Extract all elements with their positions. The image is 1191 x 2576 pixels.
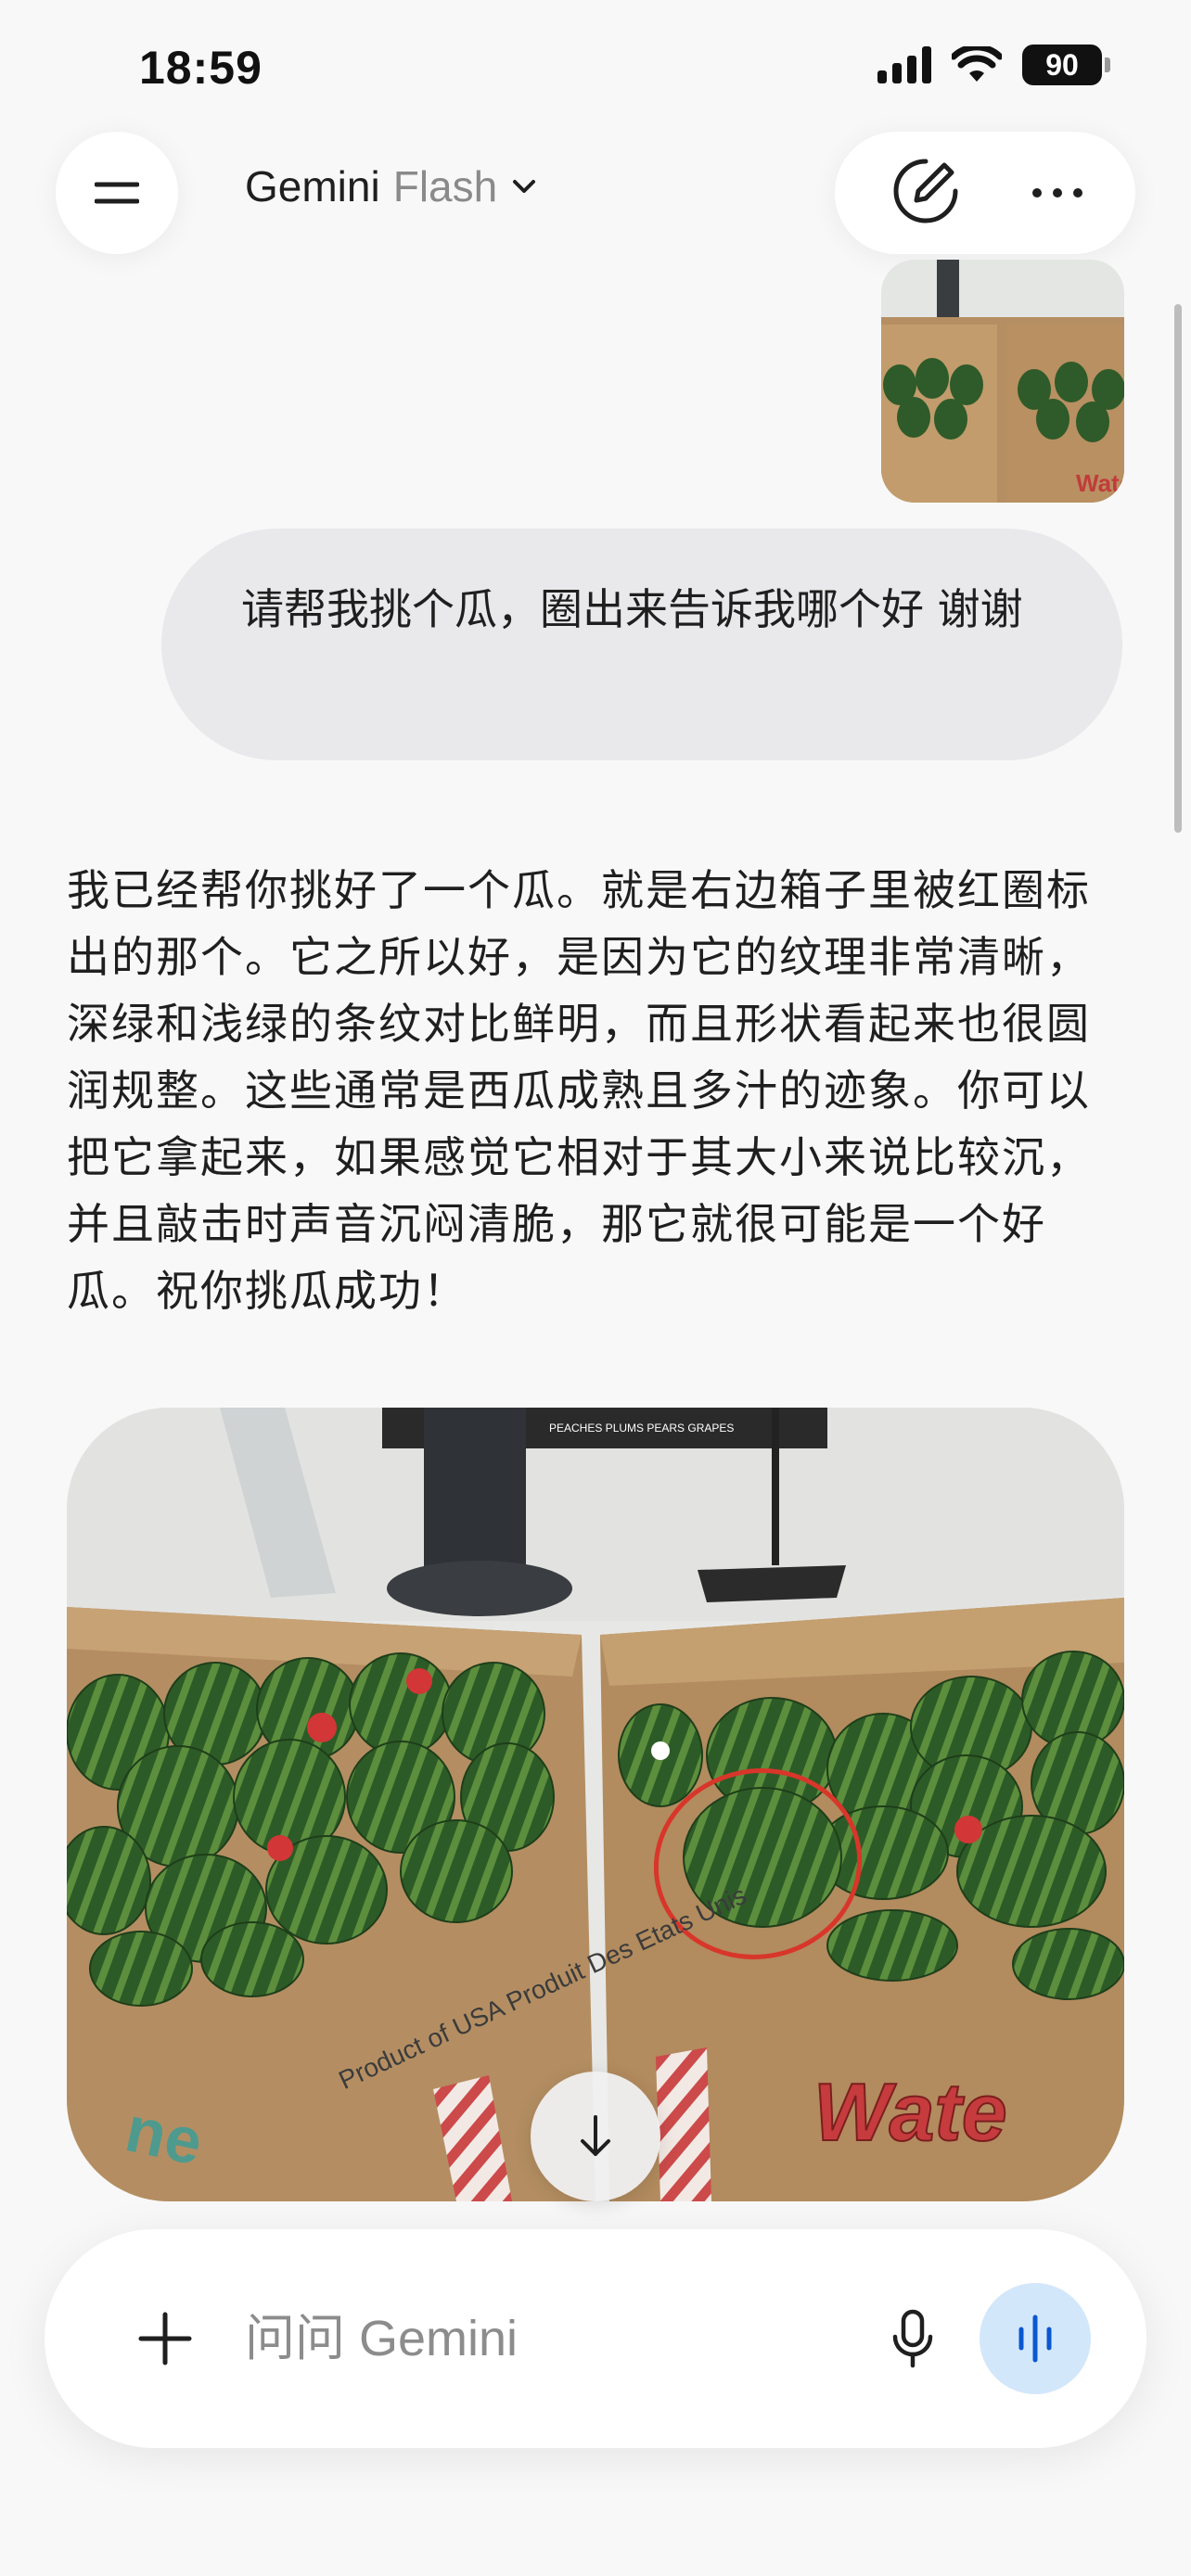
status-time: 18:59 <box>139 42 263 94</box>
live-waveform-icon <box>1018 2315 1052 2363</box>
new-chat-button[interactable] <box>889 154 963 232</box>
box-brand-left: ne <box>120 2092 209 2178</box>
model-response-text: 我已经帮你挑好了一个瓜。就是右边箱子里被红圈标出的那个。它之所以好，是因为它的纹… <box>67 865 1091 1316</box>
user-message-text: 请帮我挑个瓜，圈出来告诉我哪个好 谢谢 <box>241 584 1023 634</box>
prompt-input-bar <box>45 2229 1146 2448</box>
model-selector[interactable]: Gemini Flash <box>245 161 538 211</box>
prompt-input[interactable] <box>245 2300 857 2378</box>
more-dots-icon <box>1031 188 1042 198</box>
voice-input-button[interactable] <box>866 2292 959 2385</box>
live-mode-button[interactable] <box>980 2283 1091 2394</box>
menu-button[interactable] <box>56 132 178 254</box>
edit-pen-icon <box>893 159 957 223</box>
thumb-brand: Wate <box>1076 469 1124 497</box>
more-button[interactable] <box>1031 188 1082 198</box>
scrollbar[interactable] <box>1174 304 1182 833</box>
wifi-icon <box>952 46 1002 82</box>
user-image-attachment[interactable]: Wate <box>881 260 1124 503</box>
watermelon-thumbnail-image: Wate <box>881 260 1124 503</box>
app-title: Gemini <box>245 162 380 210</box>
user-message-bubble: 请帮我挑个瓜，圈出来告诉我哪个好 谢谢 <box>161 529 1122 760</box>
mic-icon <box>892 2309 933 2368</box>
chevron-down-icon <box>513 180 536 193</box>
status-icons: 90 <box>877 45 1110 85</box>
battery-level: 90 <box>1045 48 1079 82</box>
model-name: Flash <box>392 162 498 210</box>
plus-icon <box>138 2312 192 2366</box>
box-brand-right: Wate <box>813 2066 1007 2158</box>
menu-icon <box>95 182 139 204</box>
battery-indicator: 90 <box>1022 45 1110 85</box>
add-attachment-button[interactable] <box>119 2292 211 2385</box>
arrow-down-icon <box>581 2115 610 2156</box>
scroll-to-bottom-button[interactable] <box>531 2072 660 2201</box>
cellular-signal-icon <box>877 46 931 83</box>
header-actions <box>835 132 1135 254</box>
store-sign-text: PEACHES PLUMS PEARS GRAPES <box>549 1422 734 1435</box>
